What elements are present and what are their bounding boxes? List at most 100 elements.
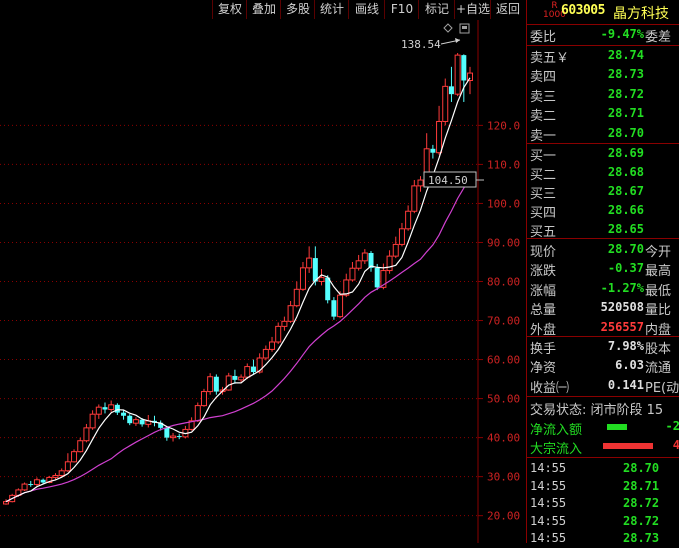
kline-chart[interactable]: 120.0 110.0 100.0 90.00 80.00 70.00 60.00 50.00… xyxy=(0,20,525,543)
draw-line-button[interactable]: 画线 xyxy=(348,0,385,19)
bid-3-value: 28.67 xyxy=(607,184,644,198)
bid-4-value: 28.66 xyxy=(607,203,644,217)
flow-bar xyxy=(603,443,653,449)
fund-1-label: 净资 xyxy=(530,361,557,377)
candle-body xyxy=(40,479,46,483)
y-tick-label: 90.00 xyxy=(487,236,520,249)
restore-rights-button[interactable]: 复权 xyxy=(212,0,247,19)
fund-1-value: 6.03 xyxy=(615,358,644,373)
candle-body xyxy=(176,436,182,438)
candle-body xyxy=(64,461,71,472)
candle-body xyxy=(108,404,115,411)
tick-time: 14:55 xyxy=(530,461,567,475)
fund-1-right-label: 流通 xyxy=(645,361,672,377)
candle-body xyxy=(306,257,313,269)
candle-body xyxy=(331,300,337,317)
bid-2-value: 28.68 xyxy=(607,165,644,179)
ask-4-value: 28.73 xyxy=(607,67,644,82)
stat-2-right-label: 最低 xyxy=(645,283,672,299)
stat-4-row: 外盘 256557 内盘 xyxy=(527,318,679,338)
ask-5-label: 卖五￥ xyxy=(530,51,570,66)
ask-4-row: 卖四 28.73 xyxy=(527,65,679,86)
weicha-label: 委差 xyxy=(645,30,672,45)
fund-2-row: 收益㈠ 0.141 PE(动 xyxy=(527,376,679,396)
flow-bar xyxy=(607,424,627,430)
quote-panel: R 1000 603005 晶方科技 委比 -9.47% 委差 卖五￥ 28.74 卖… xyxy=(526,0,679,545)
y-tick-label: 120.0 xyxy=(487,119,520,132)
stock-name[interactable]: 晶方科技 xyxy=(613,3,669,23)
candles xyxy=(3,53,473,505)
y-tick-label: 60.00 xyxy=(487,354,520,367)
statistics-button[interactable]: 统计 xyxy=(314,0,349,19)
stat-0-row: 现价 28.70 今开 xyxy=(527,240,679,260)
candle-body xyxy=(361,252,368,262)
fund-0-right-label: 股本 xyxy=(645,342,672,357)
candle-body xyxy=(417,179,424,187)
overlay-button[interactable]: 叠加 xyxy=(246,0,281,19)
tick-price: 28.70 xyxy=(623,461,660,475)
tick-time: 14:55 xyxy=(530,478,567,493)
candle-body xyxy=(89,413,96,429)
candle-body xyxy=(114,404,120,413)
max-marker: 138.54 xyxy=(401,38,461,51)
bid-4-row: 买四 28.66 xyxy=(527,201,679,221)
candle-body xyxy=(405,210,412,230)
window-icon xyxy=(459,23,470,34)
tick-row: 14:55 28.71 xyxy=(527,478,679,496)
stat-1-label: 涨跌 xyxy=(530,264,557,280)
candle-body xyxy=(170,435,177,439)
tick-price: 28.72 xyxy=(623,513,660,528)
trade-status-text: 交易状态: 闭市阶段 15 xyxy=(530,403,664,418)
candle-body xyxy=(442,85,449,122)
bid-1-row: 买一 28.69 xyxy=(527,144,679,164)
candle-body xyxy=(436,120,443,154)
candle-body xyxy=(337,294,344,318)
diamond-icon xyxy=(443,23,453,33)
candle-body xyxy=(213,376,219,392)
candle-body xyxy=(121,412,127,416)
fund-2-value: 0.141 xyxy=(607,377,644,392)
bid-4-label: 买四 xyxy=(530,206,557,221)
y-tick-label: 100.0 xyxy=(487,197,520,210)
candle-body xyxy=(392,243,399,257)
candle-body xyxy=(355,260,362,269)
candle-body xyxy=(33,479,40,485)
f10-button[interactable]: F10 xyxy=(384,0,419,19)
candle-body xyxy=(318,277,325,283)
ask-2-value: 28.71 xyxy=(607,106,644,121)
tick-price: 28.71 xyxy=(623,478,660,493)
tick-row: 14:55 28.72 xyxy=(527,495,679,513)
stat-3-row: 总量 520508 量比 xyxy=(527,298,679,319)
y-tick-label: 30.00 xyxy=(487,471,520,484)
flow-row-1: 大宗流入 4 xyxy=(527,437,679,457)
add-watchlist-button[interactable]: +自选 xyxy=(454,0,491,19)
back-button[interactable]: 返回 xyxy=(490,0,525,19)
ask-1-value: 28.70 xyxy=(607,125,644,140)
fund-1-row: 净资 6.03 流通 xyxy=(527,356,679,377)
candle-body xyxy=(3,501,9,505)
stat-3-label: 总量 xyxy=(530,303,557,319)
stock-code[interactable]: 603005 xyxy=(561,3,605,18)
candle-body xyxy=(132,419,139,424)
fund-0-row: 换手 7.98% 股本 xyxy=(527,337,679,357)
candle-body xyxy=(467,72,473,81)
tick-row: 14:55 28.73 xyxy=(527,530,679,548)
weibi-label: 委比 xyxy=(530,30,557,45)
ask-5-value: 28.74 xyxy=(607,48,644,62)
stat-1-row: 涨跌 -0.37 最高 xyxy=(527,259,679,280)
ask-2-row: 卖二 28.71 xyxy=(527,104,679,124)
flow-value: -2 xyxy=(665,419,679,433)
candle-body xyxy=(287,305,294,322)
ask-3-label: 卖三 xyxy=(530,89,557,105)
flow-label: 大宗流入 xyxy=(530,442,583,457)
candle-body xyxy=(139,419,145,425)
bid-3-label: 买三 xyxy=(530,187,557,202)
fund-2-label: 收益㈠ xyxy=(530,380,570,396)
candle-body xyxy=(58,470,65,476)
multi-stock-button[interactable]: 多股 xyxy=(280,0,315,19)
y-tick-label: 40.00 xyxy=(487,432,520,445)
tick-time: 14:55 xyxy=(530,496,567,511)
tick-price: 28.72 xyxy=(623,496,660,511)
ask-4-label: 卖四 xyxy=(530,70,557,86)
mark-button[interactable]: 标记 xyxy=(418,0,455,19)
